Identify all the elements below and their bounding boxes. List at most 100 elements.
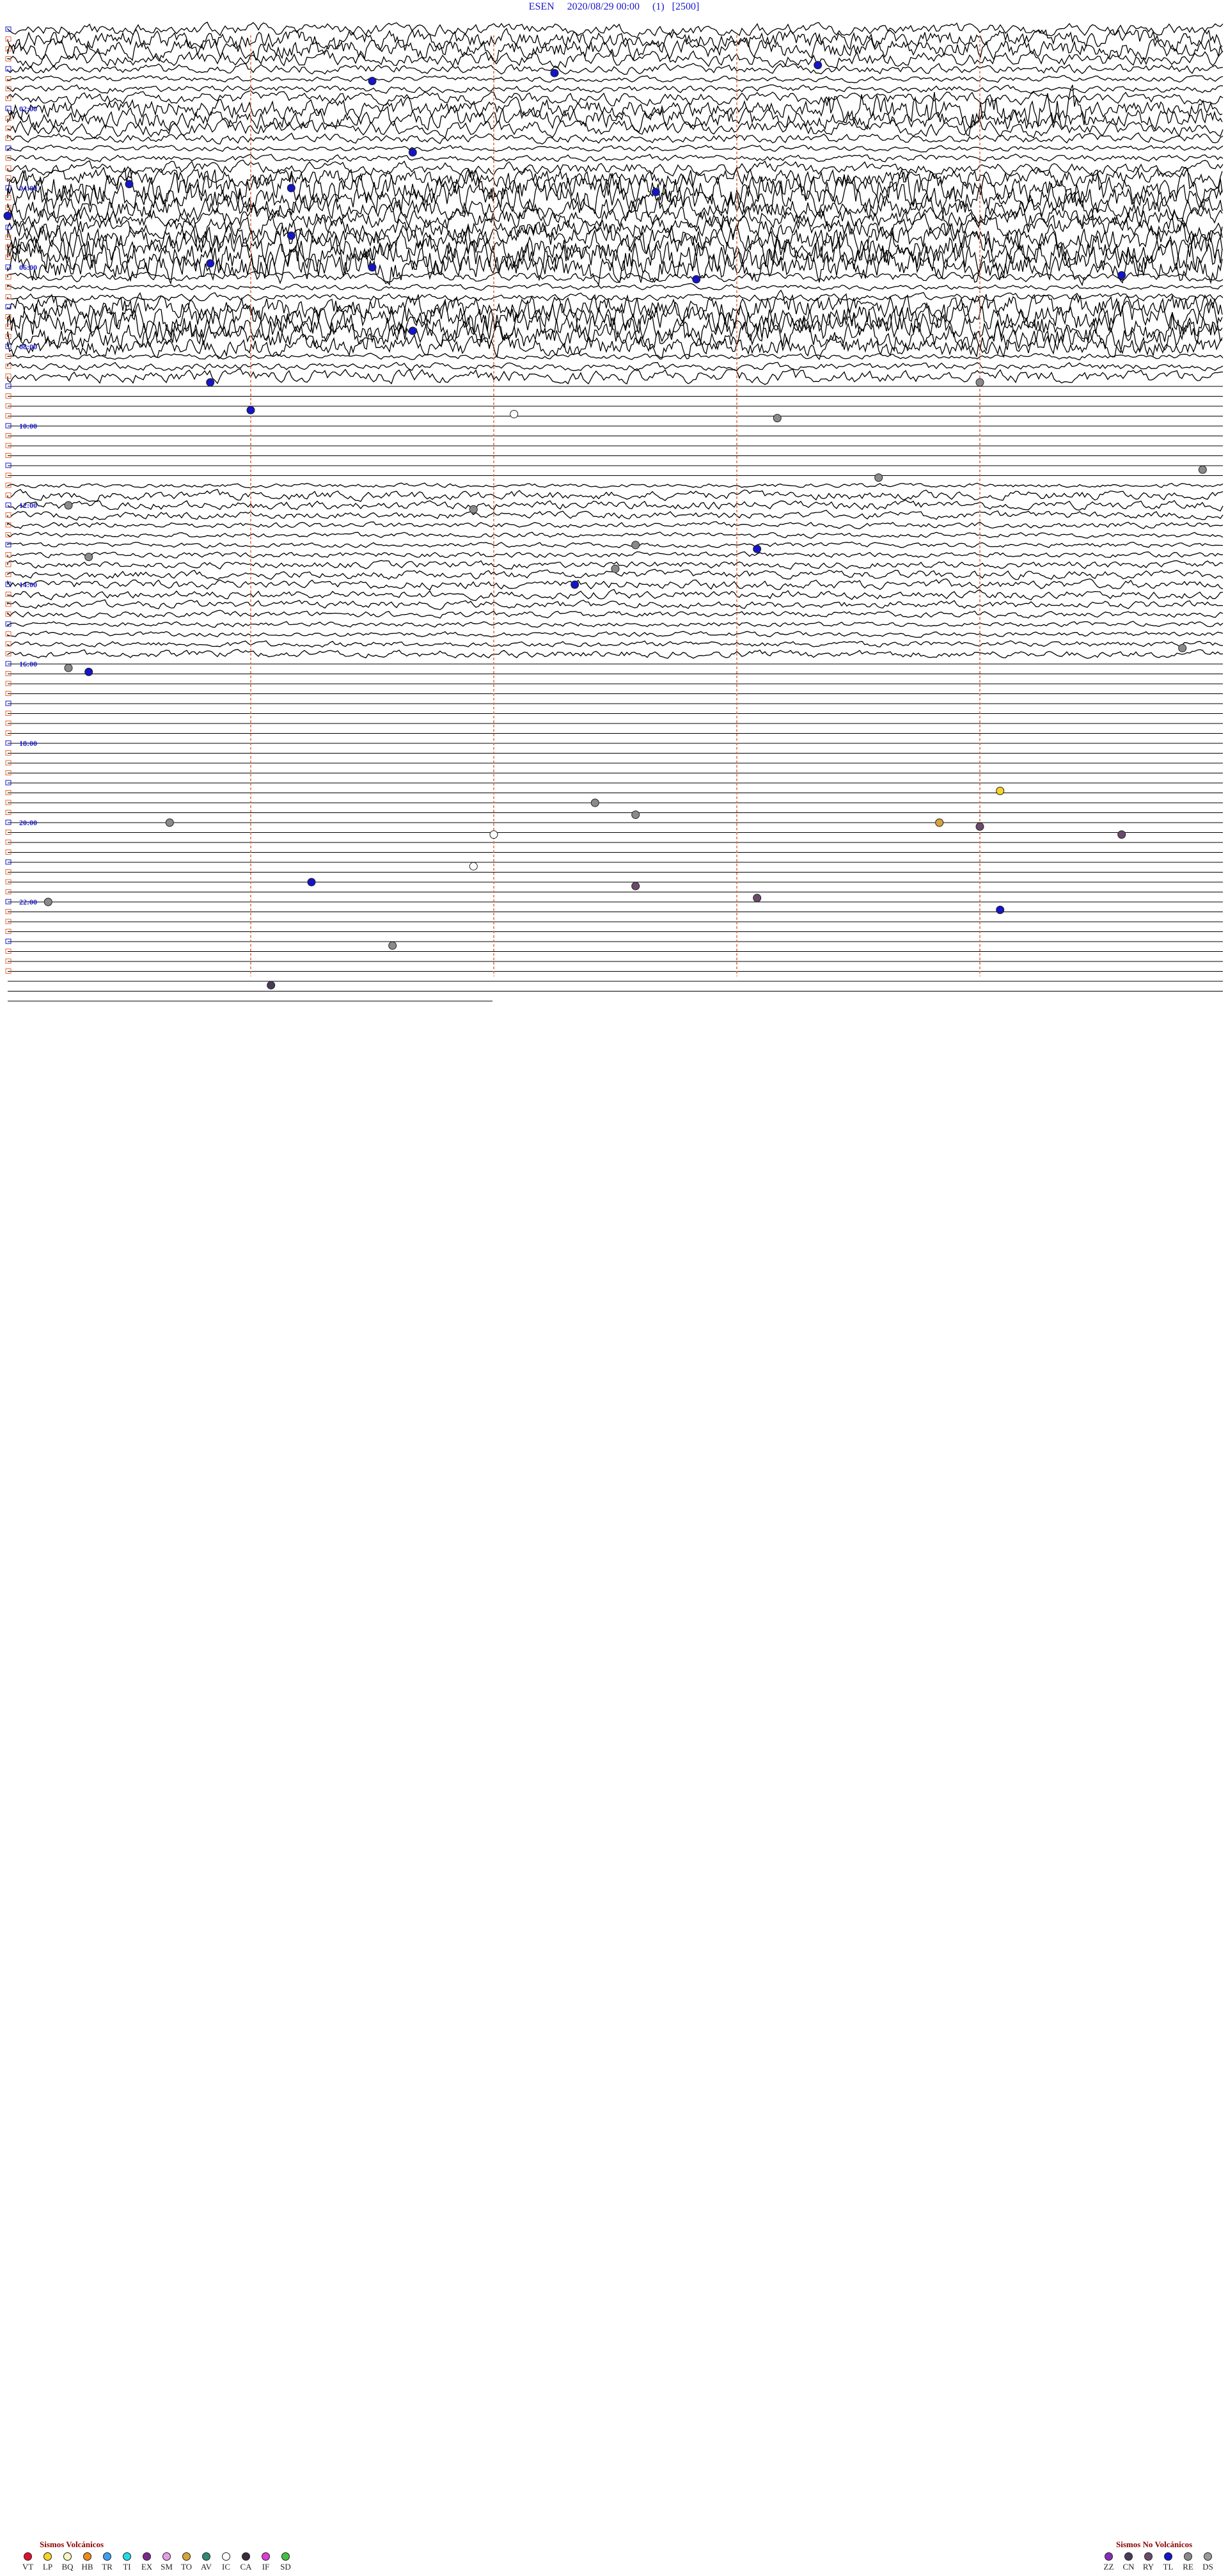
event-dot [753,544,762,553]
event-dot [773,414,782,423]
time-label: 14:00 [19,580,37,589]
trace-line [7,499,1224,512]
legend-item-sm: SM [157,2552,177,2572]
trace-line [7,482,1224,489]
row-tick [5,66,12,72]
legend-item-ex: EX [137,2552,157,2572]
event-dot [1178,644,1187,652]
time-label: 08:00 [19,342,37,351]
legend-code: EX [141,2562,153,2572]
trace-line [7,50,1224,68]
row-tick [5,86,12,91]
row-tick [5,542,12,548]
event-dot [64,663,73,672]
legend-item-to: TO [177,2552,196,2572]
event-dot [307,878,316,887]
non-volcanic-legend-title: Sismos No Volcánicos [1116,2540,1193,2549]
event-dot [206,259,215,268]
legend-item-if: IF [256,2552,276,2572]
legend-item-tr: TR [97,2552,117,2572]
legend-item-re: RE [1178,2552,1198,2572]
row-tick [5,493,12,498]
time-label: 18:00 [19,739,37,748]
trace-line [7,649,1224,659]
time-label: 16:00 [19,660,37,668]
trace-line [7,361,1224,372]
row-tick [5,552,12,557]
event-dot [611,564,620,573]
trace-line [7,90,1224,107]
trace-line [7,191,1223,225]
legend-dot-icon [242,2552,250,2561]
legend-code: TL [1163,2562,1174,2572]
legend-dot-icon [1124,2552,1133,2561]
trace-line [7,551,1223,558]
legend-code: TR [102,2562,113,2572]
event-dot [1117,271,1126,280]
time-label: 04:00 [19,184,37,193]
event-dot [590,798,599,807]
legend-dot-icon [1204,2552,1212,2561]
legend-code: VT [22,2562,34,2572]
station-name: ESEN [528,1,555,12]
scale-value: [2500] [672,1,700,12]
trace-line [7,599,1224,610]
event-dot [489,830,498,839]
row-tick [5,502,12,508]
legend-dot-icon [182,2552,191,2561]
trace-line [7,75,1224,83]
legend-item-ti: TI [117,2552,137,2572]
legend-item-hb: HB [77,2552,97,2572]
time-label: 22:00 [19,897,37,906]
event-dots [3,61,1207,990]
row-tick [5,195,12,200]
row-tick [5,363,12,369]
legend-code: RY [1142,2562,1154,2572]
event-dot [125,180,134,189]
legend-item-zz: ZZ [1099,2552,1119,2572]
channel-id: (1) [652,1,665,12]
legend-code: CA [240,2562,252,2572]
event-dot [246,406,255,415]
trace-line [7,589,1224,601]
row-tick [5,592,12,597]
legend-dot-icon [24,2552,32,2561]
trace-line [7,36,1223,63]
trace-line [7,144,1224,153]
row-tick [5,274,12,280]
row-tick [5,36,12,42]
event-dot [975,378,984,387]
time-label: 20:00 [19,818,37,827]
event-dot [84,553,93,562]
row-tick [5,165,12,171]
event-dot [996,905,1005,914]
event-dot [469,505,478,514]
event-dot [469,862,478,871]
legend-code: IC [222,2562,230,2572]
event-dot [874,473,883,482]
event-dot [408,148,417,157]
legend-dot-icon [83,2552,91,2561]
event-dot [408,326,417,335]
trace-line [7,620,1224,628]
row-tick [5,106,12,111]
time-label: 12:00 [19,501,37,510]
event-dot [651,187,660,196]
event-dot [165,818,174,827]
trace-line [7,21,1224,38]
legend-code: BQ [61,2562,74,2572]
legend-dot-icon [1105,2552,1113,2561]
legend-item-av: AV [196,2552,216,2572]
time-label: 10:00 [19,422,37,431]
trace-line [7,84,1224,94]
volcanic-legend: VT LP BQ HB TR TI EX SM TO AV IC CA IF SD [18,2552,295,2572]
legend-dot-icon [281,2552,290,2561]
trace-line [7,631,1224,638]
event-dot [631,541,640,549]
legend-dot-icon [262,2552,270,2561]
legend-item-sd: SD [276,2552,295,2572]
legend-dot-icon [63,2552,72,2561]
trace-line [7,283,1224,292]
legend-dot-icon [1184,2552,1192,2561]
legend-code: HB [81,2562,93,2572]
